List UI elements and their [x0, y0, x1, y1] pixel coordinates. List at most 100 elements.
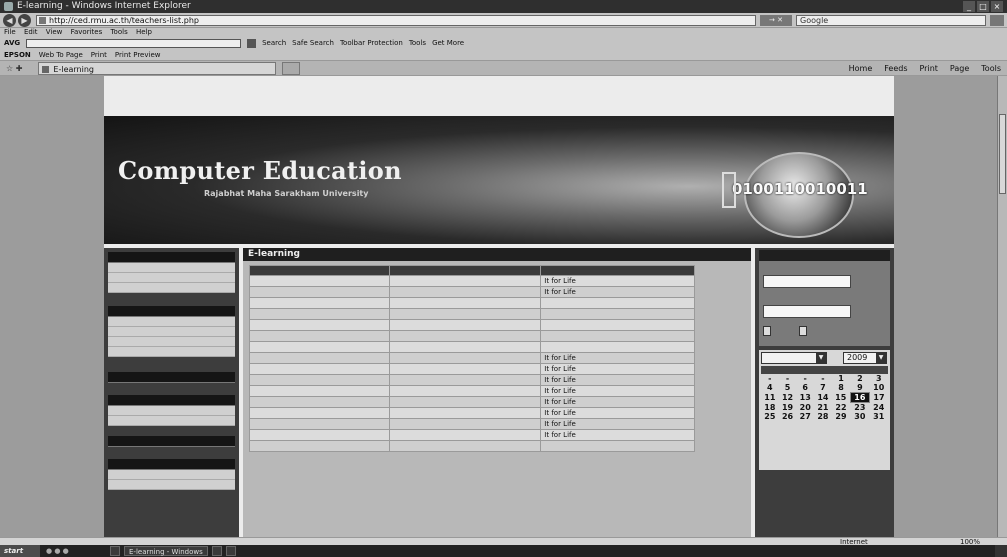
left-box-header[interactable]	[108, 372, 235, 383]
left-menu-item[interactable]	[108, 337, 235, 347]
page-menu-button[interactable]: Page	[950, 61, 969, 76]
forward-button[interactable]: ▶	[18, 14, 31, 27]
back-button[interactable]: ◀	[3, 14, 16, 27]
taskbar-item[interactable]: E-learning - Windows	[124, 546, 208, 556]
refresh-stop-buttons[interactable]: → ✕	[760, 15, 792, 26]
home-button[interactable]: Home	[849, 61, 873, 76]
register-button[interactable]	[799, 326, 807, 336]
table-row[interactable]: It for Life	[249, 429, 695, 441]
left-menu-item[interactable]	[108, 327, 235, 337]
table-row[interactable]: It for Life	[249, 418, 695, 430]
calendar-day[interactable]: 15	[832, 393, 850, 403]
left-menu-item[interactable]	[108, 273, 235, 283]
table-row[interactable]	[249, 319, 695, 331]
calendar-day[interactable]: 21	[814, 403, 832, 413]
calendar-day[interactable]: 7	[814, 383, 832, 393]
maximize-button[interactable]: □	[977, 1, 989, 12]
calendar-day[interactable]: 13	[796, 393, 814, 403]
search-input[interactable]: Google	[796, 15, 986, 26]
calendar-day[interactable]: 14	[814, 393, 832, 403]
avg-safe-search[interactable]: Safe Search	[292, 37, 334, 49]
password-input[interactable]	[763, 305, 851, 318]
table-row[interactable]: It for Life	[249, 374, 695, 386]
web-to-page-button[interactable]: Web To Page	[39, 49, 83, 60]
table-row[interactable]: It for Life	[249, 407, 695, 419]
table-row[interactable]: It for Life	[249, 385, 695, 397]
table-row[interactable]	[249, 330, 695, 342]
calendar-day[interactable]: 23	[850, 403, 869, 413]
avg-search-button[interactable]: Search	[262, 37, 286, 49]
menu-file[interactable]: File	[4, 28, 16, 36]
quick-launch[interactable]: ● ● ●	[40, 545, 110, 557]
minimize-button[interactable]: _	[963, 1, 975, 12]
calendar-day[interactable]: 19	[779, 403, 797, 413]
left-menu-item[interactable]	[108, 263, 235, 273]
calendar-day[interactable]: 10	[869, 383, 888, 393]
taskbar-item[interactable]	[110, 546, 120, 556]
table-row[interactable]: It for Life	[249, 352, 695, 364]
menu-tools[interactable]: Tools	[110, 28, 127, 36]
calendar-day[interactable]: 31	[869, 412, 888, 421]
tab-elearning[interactable]: E-learning	[38, 61, 277, 75]
left-box-header[interactable]	[108, 436, 235, 447]
left-menu-item[interactable]	[108, 283, 235, 293]
calendar-day[interactable]: 27	[796, 412, 814, 421]
calendar-today[interactable]: 16	[849, 392, 870, 403]
calendar-day[interactable]: 3	[869, 374, 888, 383]
scrollbar-thumb[interactable]	[999, 114, 1006, 194]
calendar-day[interactable]: 11	[761, 393, 779, 403]
search-icon[interactable]	[990, 15, 1004, 26]
url-field[interactable]: http://ced.rmu.ac.th/teachers-list.php	[36, 15, 756, 26]
print-button[interactable]: Print	[91, 49, 107, 60]
dropdown-icon[interactable]	[247, 38, 257, 48]
left-menu-item[interactable]	[108, 470, 235, 480]
calendar-day[interactable]: 2	[850, 374, 869, 383]
left-menu-item[interactable]	[108, 480, 235, 490]
avg-protection[interactable]: Toolbar Protection	[340, 37, 403, 49]
left-menu-item[interactable]	[108, 317, 235, 327]
tools-menu-button[interactable]: Tools	[981, 61, 1001, 76]
menu-help[interactable]: Help	[136, 28, 152, 36]
avg-get-more[interactable]: Get More	[432, 37, 464, 49]
avg-tools[interactable]: Tools	[409, 37, 426, 49]
calendar-day[interactable]: 1	[832, 374, 850, 383]
table-row[interactable]: It for Life	[249, 275, 695, 287]
table-row[interactable]	[249, 297, 695, 309]
left-menu-item[interactable]	[108, 347, 235, 357]
calendar-day[interactable]: 18	[761, 403, 779, 413]
calendar-day[interactable]: 25	[761, 412, 779, 421]
calendar-day[interactable]: 28	[814, 412, 832, 421]
menu-edit[interactable]: Edit	[24, 28, 38, 36]
calendar-day[interactable]: 26	[779, 412, 797, 421]
system-tray[interactable]	[995, 545, 1007, 557]
calendar-day[interactable]: 12	[779, 393, 797, 403]
table-row[interactable]: It for Life	[249, 363, 695, 375]
taskbar-item[interactable]	[211, 546, 222, 556]
table-row[interactable]: It for Life	[249, 396, 695, 408]
calendar-day[interactable]: 17	[869, 393, 888, 403]
table-row[interactable]: It for Life	[249, 286, 695, 298]
calendar-day[interactable]: 30	[850, 412, 869, 421]
print-tool-button[interactable]: Print	[920, 61, 938, 76]
taskbar-item[interactable]	[225, 546, 236, 556]
feeds-button[interactable]: Feeds	[884, 61, 907, 76]
calendar-day[interactable]: 22	[832, 403, 850, 413]
login-button[interactable]	[763, 326, 771, 336]
print-preview-button[interactable]: Print Preview	[115, 49, 161, 60]
year-select[interactable]: 2009 ▼	[843, 352, 887, 364]
table-row[interactable]	[249, 440, 695, 452]
calendar-day[interactable]: 4	[761, 383, 779, 393]
calendar-day[interactable]: 5	[779, 383, 797, 393]
month-select[interactable]: ▼	[761, 352, 827, 364]
calendar-day[interactable]: 6	[796, 383, 814, 393]
close-window-button[interactable]: ×	[991, 1, 1003, 12]
calendar-day[interactable]: 29	[832, 412, 850, 421]
left-menu-item[interactable]	[108, 406, 235, 416]
menu-view[interactable]: View	[46, 28, 63, 36]
calendar-day[interactable]: 8	[832, 383, 850, 393]
calendar-day[interactable]: 9	[850, 383, 869, 393]
username-input[interactable]	[763, 275, 851, 288]
menu-favorites[interactable]: Favorites	[71, 28, 103, 36]
calendar-day[interactable]: 20	[796, 403, 814, 413]
left-menu-item[interactable]	[108, 416, 235, 426]
